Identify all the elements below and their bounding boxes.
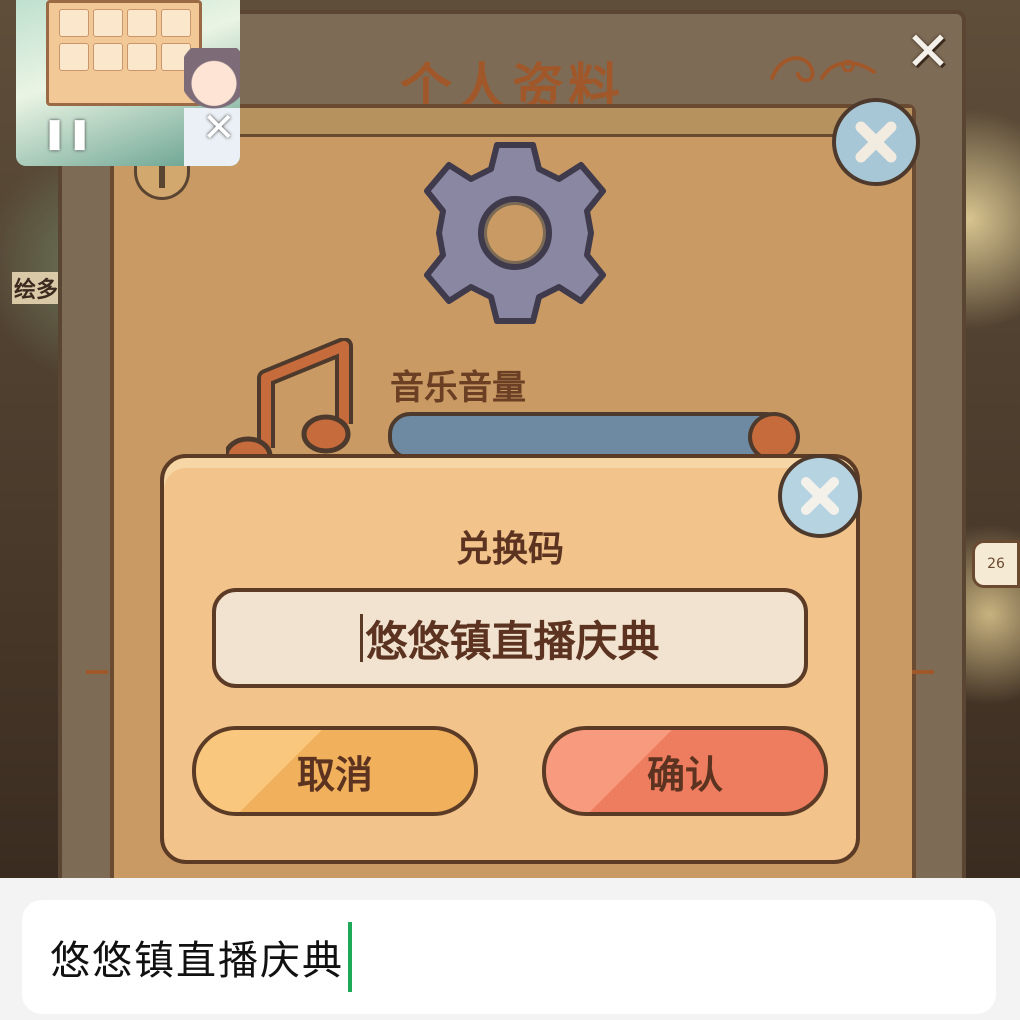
profile-close-icon[interactable]: ✕: [898, 22, 958, 82]
pause-icon[interactable]: ❚❚: [42, 116, 92, 151]
keyboard-input-text: 悠悠镇直播庆典: [50, 938, 344, 984]
redeem-code-input[interactable]: 悠悠镇直播庆典: [212, 588, 808, 688]
dialog-close-button[interactable]: [778, 454, 862, 538]
redeem-code-value: 悠悠镇直播庆典: [365, 616, 660, 666]
mini-window-close-icon[interactable]: ✕: [202, 108, 236, 148]
music-volume-slider[interactable]: [388, 412, 788, 460]
mini-game-board: [46, 0, 202, 106]
close-icon: [801, 477, 839, 515]
keyboard-input-bar: 悠悠镇直播庆典: [0, 878, 1020, 1020]
divider-tick: [912, 670, 934, 674]
keyboard-text-field[interactable]: 悠悠镇直播庆典: [22, 900, 996, 1014]
gear-icon[interactable]: [420, 138, 610, 328]
settings-close-button[interactable]: [832, 98, 920, 186]
close-icon: [855, 121, 897, 163]
divider-tick: [86, 670, 108, 674]
confirm-button[interactable]: 确认: [542, 726, 828, 816]
dialog-title: 兑换码: [455, 529, 564, 570]
music-volume-label: 音乐音量: [390, 368, 526, 408]
floating-mini-window[interactable]: ❚❚ ✕: [16, 0, 240, 166]
side-badge[interactable]: 26: [972, 540, 1020, 588]
music-note-icon: [226, 338, 353, 468]
cancel-button[interactable]: 取消: [192, 726, 478, 816]
mini-grid: [59, 9, 191, 71]
input-caret: [348, 922, 352, 992]
side-menu-label[interactable]: 绘多: [12, 272, 61, 304]
text-caret: [360, 614, 364, 662]
swirl-decoration-icon: [770, 56, 876, 83]
